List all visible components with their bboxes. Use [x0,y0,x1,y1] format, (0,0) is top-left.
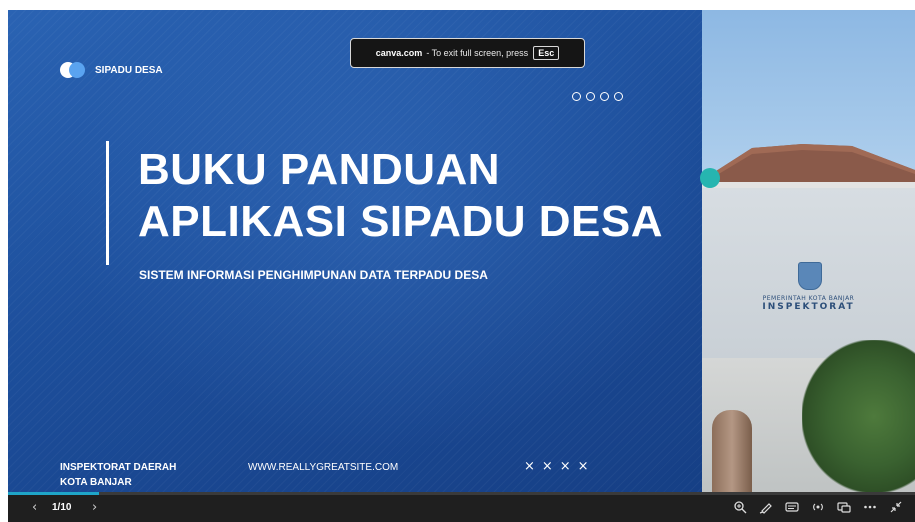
page-indicator: 1/10 [52,502,72,513]
slide-title-line2: APLIKASI SIPADU DESA [138,197,664,246]
city-crest-icon [798,262,822,290]
toggle-logo-icon [60,62,86,78]
footer-marks: ×××× [524,459,596,474]
slide-photo: PEMERINTAH KOTA BANJAR INSPEKTORAT [702,10,915,493]
captions-icon[interactable] [785,500,799,514]
more-icon[interactable] [863,500,877,514]
present-window-icon[interactable] [837,500,851,514]
brand-name: SIPADU DESA [95,64,163,76]
slide-title-line1: BUKU PANDUAN [138,145,501,194]
photo-pillar [712,410,752,493]
exit-fullscreen-icon[interactable] [889,500,903,514]
title-accent-bar [106,141,109,265]
fullscreen-notice: canva.com - To exit full screen, press E… [350,38,585,68]
photo-roof [702,144,915,188]
slide-blue-panel [8,10,702,493]
dot-icon [586,92,595,101]
slide-title: BUKU PANDUAN APLIKASI SIPADU DESA [138,144,663,248]
building-sign-big: INSPEKTORAT [762,302,855,312]
footer-org-line2: KOTA BANJAR [60,477,132,488]
brand: SIPADU DESA [60,62,163,78]
esc-key-badge: Esc [533,46,560,60]
dot-icon [614,92,623,101]
fullscreen-notice-message: - To exit full screen, press [426,48,529,58]
teal-accent-dot [700,168,720,188]
footer-org-line1: INSPEKTORAT DAERAH [60,462,177,473]
photo-plant [802,340,915,493]
building-sign-small: PEMERINTAH KOTA BANJAR [762,295,855,302]
footer-organization: INSPEKTORAT DAERAH KOTA BANJAR [60,460,176,490]
chevron-right-icon[interactable]: › [92,500,97,515]
draw-icon[interactable] [759,500,773,514]
decorative-dots [572,92,623,101]
footer-url: WWW.REALLYGREATSITE.COM [248,462,399,473]
dot-icon [600,92,609,101]
presentation-toolbar: ‹ 1/10 › [8,495,915,522]
slide-canvas: PEMERINTAH KOTA BANJAR INSPEKTORAT SIPAD… [8,10,915,493]
dot-icon [572,92,581,101]
slide-subtitle: SISTEM INFORMASI PENGHIMPUNAN DATA TERPA… [139,268,488,282]
broadcast-icon[interactable] [811,500,825,514]
building-sign: PEMERINTAH KOTA BANJAR INSPEKTORAT [702,295,915,312]
chevron-left-icon[interactable]: ‹ [32,500,37,515]
presentation-viewer: PEMERINTAH KOTA BANJAR INSPEKTORAT SIPAD… [0,0,915,522]
toolbar-actions [733,500,903,514]
fullscreen-notice-site: canva.com [375,48,423,58]
zoom-icon[interactable] [733,500,747,514]
